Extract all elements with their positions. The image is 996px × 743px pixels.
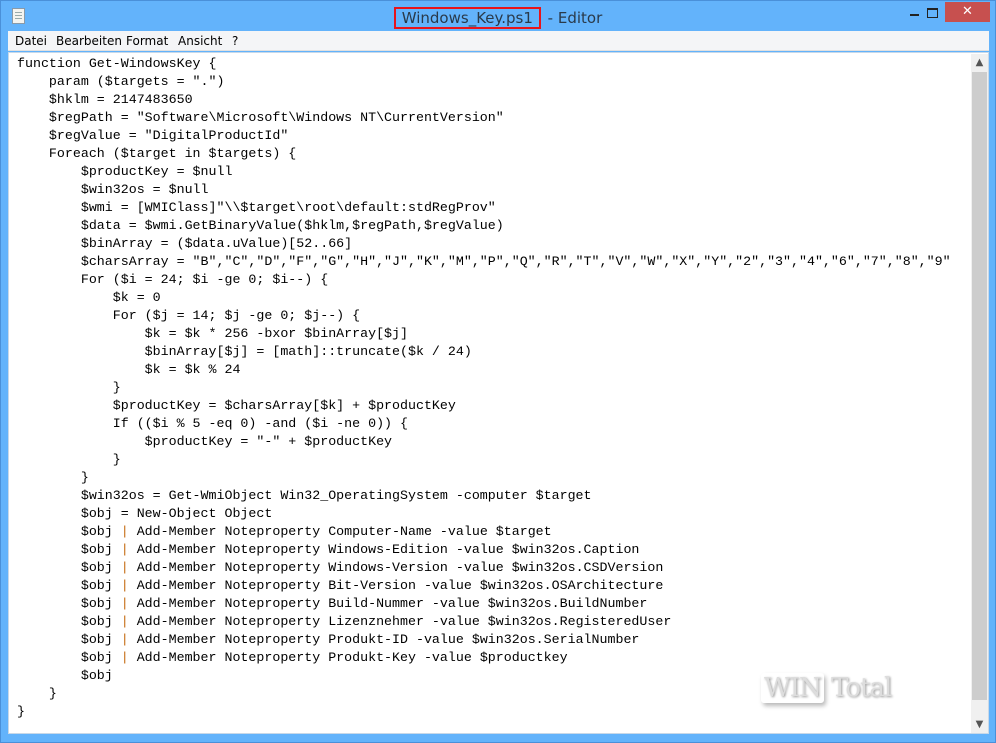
code-line: $k = $k % 24 (17, 362, 241, 377)
code-line: param ($targets = ".") (17, 74, 225, 89)
code-line: $regValue = "DigitalProductId" (17, 128, 289, 143)
code-line: } (17, 380, 121, 395)
scroll-down-icon[interactable]: ▼ (971, 716, 988, 733)
scroll-thumb[interactable] (972, 72, 987, 700)
title-bar[interactable]: Windows_Key.ps1 - Editor ✕ (1, 1, 995, 32)
code-line: $productKey = $null (17, 164, 233, 179)
code-line: $obj | Add-Member Noteproperty Computer-… (17, 524, 552, 539)
code-line: $wmi = [WMIClass]"\\$target\root\default… (17, 200, 496, 215)
menu-bearbeiten[interactable]: Bearbeiten (56, 34, 122, 48)
code-line: $obj | Add-Member Noteproperty Bit-Versi… (17, 578, 664, 593)
code-line: $obj | Add-Member Noteproperty Produkt-I… (17, 632, 640, 647)
code-line: } (17, 704, 25, 719)
menu-format[interactable]: Format (126, 34, 168, 48)
pipe-operator: | (120, 524, 129, 539)
code-line: } (17, 470, 89, 485)
pipe-operator: | (120, 614, 129, 629)
pipe-operator: | (120, 632, 129, 647)
text-area[interactable]: function Get-WindowsKey { param ($target… (8, 52, 989, 734)
code-line: $binArray[$j] = [math]::truncate($k / 24… (17, 344, 472, 359)
pipe-operator: | (120, 560, 129, 575)
editor-window: Windows_Key.ps1 - Editor ✕ Datei Bearbei… (0, 0, 996, 743)
code-line: $productKey = $charsArray[$k] + $product… (17, 398, 456, 413)
code-line: For ($i = 24; $i -ge 0; $i--) { (17, 272, 329, 287)
code-line: $win32os = Get-WmiObject Win32_Operating… (17, 488, 592, 503)
code-line: $win32os = $null (17, 182, 209, 197)
scroll-up-icon[interactable]: ▲ (971, 54, 988, 71)
window-title: Windows_Key.ps1 - Editor (1, 7, 995, 29)
code-line: If (($i % 5 -eq 0) -and ($i -ne 0)) { (17, 416, 408, 431)
code-line: $obj | Add-Member Noteproperty Build-Num… (17, 596, 648, 611)
code-line: $hklm = 2147483650 (17, 92, 193, 107)
code-line: $regPath = "Software\Microsoft\Windows N… (17, 110, 504, 125)
code-line: function Get-WindowsKey { (17, 56, 217, 71)
title-separator: - (542, 9, 558, 27)
code-line: $binArray = ($data.uValue)[52..66] (17, 236, 353, 251)
code-line: $productKey = "-" + $productKey (17, 434, 393, 449)
code-line: } (17, 452, 121, 467)
code-line: For ($j = 14; $j -ge 0; $j--) { (17, 308, 361, 323)
code-line: $obj | Add-Member Noteproperty Produkt-K… (17, 650, 568, 665)
code-line: $data = $wmi.GetBinaryValue($hklm,$regPa… (17, 218, 504, 233)
code-line: $obj | Add-Member Noteproperty Windows-E… (17, 542, 640, 557)
code-line: $k = 0 (17, 290, 161, 305)
menu-bar: Datei Bearbeiten Format Ansicht ? (8, 31, 989, 51)
code-line: $obj | Add-Member Noteproperty Lizenzneh… (17, 614, 672, 629)
close-button[interactable]: ✕ (945, 2, 990, 22)
pipe-operator: | (120, 542, 129, 557)
menu-help[interactable]: ? (232, 34, 238, 48)
menu-ansicht[interactable]: Ansicht (178, 34, 222, 48)
code-line: $obj | Add-Member Noteproperty Windows-V… (17, 560, 664, 575)
pipe-operator: | (120, 596, 129, 611)
code-line: $k = $k * 256 -bxor $binArray[$j] (17, 326, 408, 341)
wintotal-watermark: WIN Total (761, 673, 892, 703)
code-line: Foreach ($target in $targets) { (17, 146, 297, 161)
code-content[interactable]: function Get-WindowsKey { param ($target… (17, 55, 951, 721)
vertical-scrollbar[interactable]: ▲ ▼ (971, 54, 988, 733)
title-filename: Windows_Key.ps1 (393, 7, 541, 29)
title-app: Editor (557, 9, 603, 27)
code-line: $obj = New-Object Object (17, 506, 273, 521)
pipe-operator: | (120, 578, 129, 593)
pipe-operator: | (120, 650, 129, 665)
code-line: $charsArray = "B","C","D","F","G","H","J… (17, 254, 951, 269)
menu-datei[interactable]: Datei (15, 34, 47, 48)
